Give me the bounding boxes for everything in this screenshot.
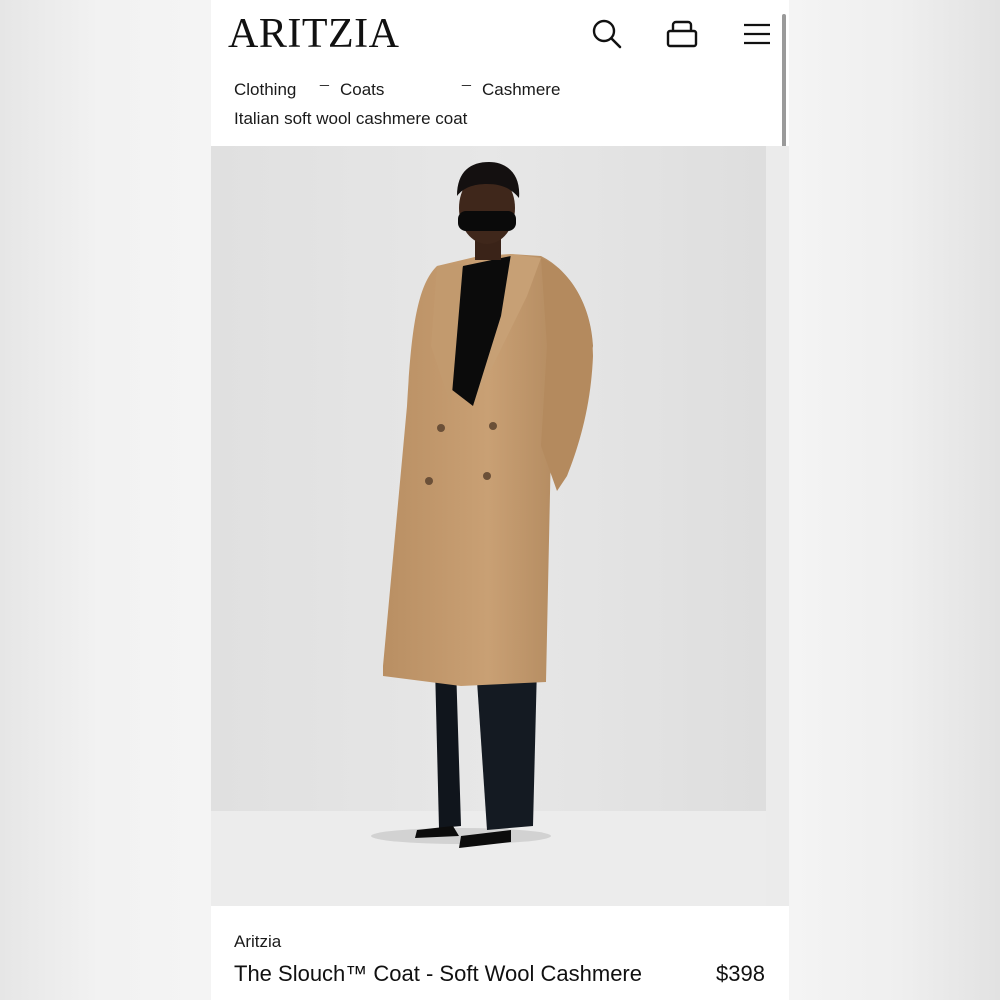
breadcrumb-item-coats[interactable]: Coats [340,80,384,100]
breadcrumb-item-cashmere[interactable]: Cashmere [482,80,560,100]
product-price: $398 [716,961,765,986]
search-button[interactable] [589,16,625,52]
bag-icon [666,19,698,49]
site-header: ARITZIA [211,0,789,70]
model-in-camel-coat-image [211,146,766,906]
breadcrumb-item-clothing[interactable]: Clothing [234,80,296,100]
product-name: The Slouch™ Coat - Soft Wool Cashmere [234,961,642,986]
breadcrumb-current-page: Italian soft wool cashmere coat [234,109,468,128]
product-info: Aritzia The Slouch™ Coat - Soft Wool Cas… [211,906,789,1000]
product-image[interactable] [211,146,766,906]
menu-icon [742,22,772,46]
aritzia-logo[interactable]: ARITZIA [228,12,399,56]
product-page: ARITZIA Clothing _ Coats _ Cashmere Ital… [211,0,789,1000]
breadcrumb: Clothing _ Coats _ Cashmere Italian soft… [234,70,774,140]
product-brand[interactable]: Aritzia [234,932,281,952]
shopping-bag-button[interactable] [664,16,700,52]
breadcrumb-separator: _ [462,70,471,87]
search-icon [591,18,623,50]
next-image-peek[interactable] [766,146,789,906]
menu-button[interactable] [739,16,775,52]
breadcrumb-separator: _ [320,70,329,87]
